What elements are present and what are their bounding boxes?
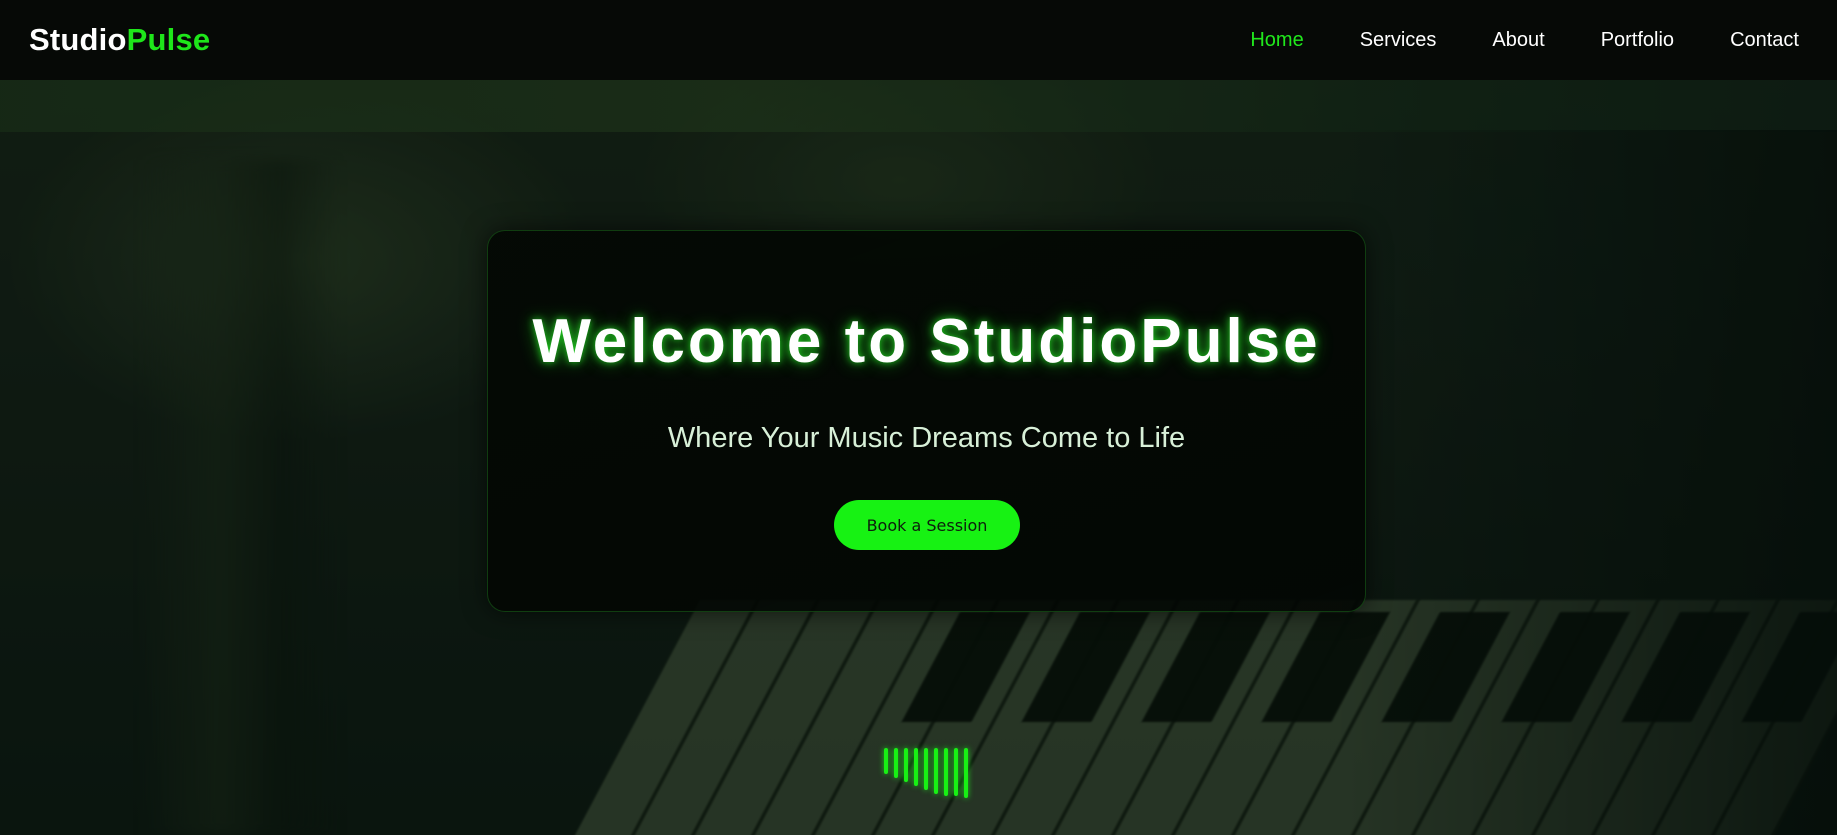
equalizer-bar	[954, 748, 958, 796]
equalizer-bar	[894, 748, 898, 778]
equalizer-icon	[884, 744, 970, 800]
equalizer-bar	[944, 748, 948, 796]
hero-title: Welcome to StudioPulse	[532, 307, 1321, 376]
equalizer-bar	[914, 748, 918, 786]
equalizer-bar	[964, 748, 968, 798]
nav-link-portfolio[interactable]: Portfolio	[1601, 29, 1674, 52]
equalizer-bar	[924, 748, 928, 790]
nav-link-home[interactable]: Home	[1250, 29, 1303, 52]
page: StudioPulse Home Services About Portfoli…	[0, 0, 1837, 835]
logo-text-studio: Studio	[29, 22, 127, 57]
nav-links: Home Services About Portfolio Contact	[1194, 29, 1799, 52]
equalizer-bar	[884, 748, 888, 774]
equalizer-bar	[934, 748, 938, 794]
nav-link-services[interactable]: Services	[1360, 29, 1437, 52]
nav-link-about[interactable]: About	[1492, 29, 1544, 52]
equalizer-bar	[904, 748, 908, 782]
hero-subtitle: Where Your Music Dreams Come to Life	[667, 422, 1186, 454]
nav-link-contact[interactable]: Contact	[1730, 29, 1799, 52]
navbar: StudioPulse Home Services About Portfoli…	[0, 0, 1837, 80]
logo-text-pulse: Pulse	[126, 22, 211, 57]
hero-card: Welcome to StudioPulse Where Your Music …	[487, 230, 1366, 612]
book-session-button[interactable]: Book a Session	[834, 500, 1020, 550]
site-logo[interactable]: StudioPulse	[29, 22, 210, 58]
